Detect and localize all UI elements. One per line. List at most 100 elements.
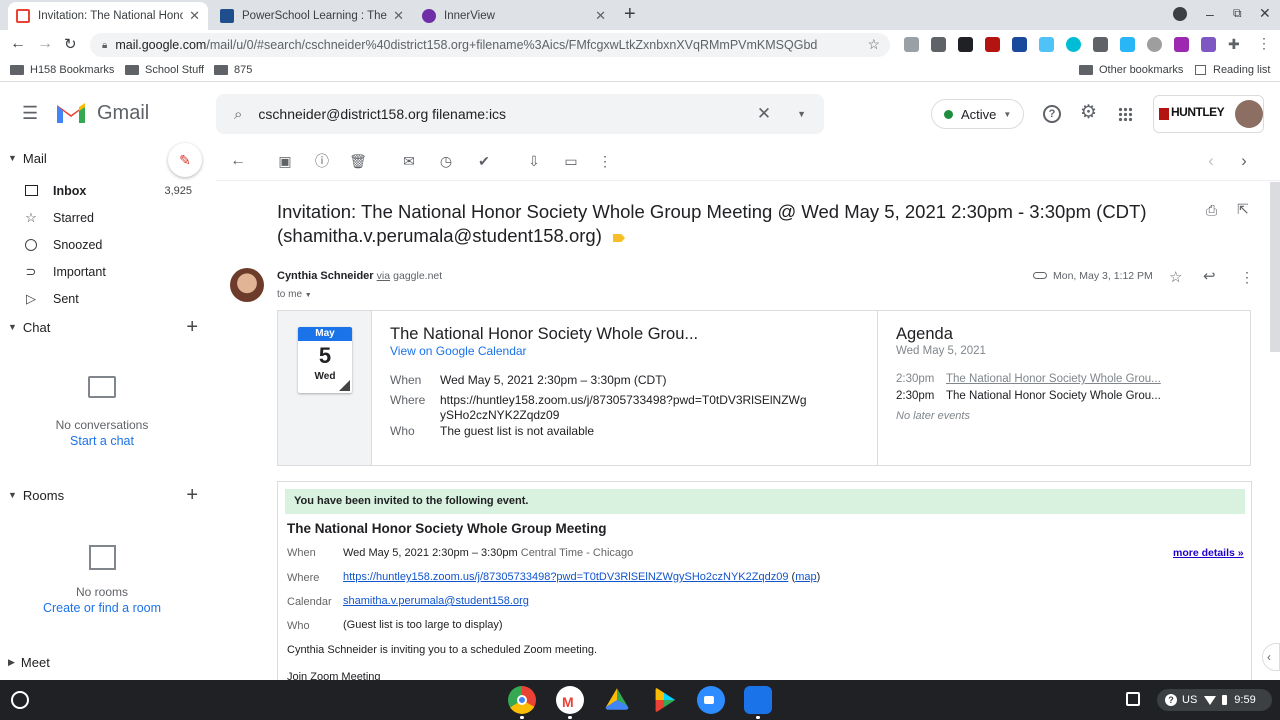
print-icon[interactable]: ⎙: [1206, 202, 1217, 219]
tab-search-icon[interactable]: [1173, 7, 1187, 21]
snooze-icon[interactable]: ◷: [437, 152, 455, 170]
help-icon[interactable]: ?: [1043, 105, 1061, 123]
more-details-link[interactable]: more details »: [1173, 547, 1244, 559]
label-icon[interactable]: ▭: [562, 152, 580, 170]
sidebar-item-important[interactable]: ⊃ Important: [0, 258, 204, 285]
start-chat-link[interactable]: Start a chat: [0, 434, 204, 448]
map-link[interactable]: map: [795, 571, 816, 583]
status-button[interactable]: Active ▼: [931, 99, 1024, 129]
older-chevron-right-icon[interactable]: ›: [1235, 151, 1253, 170]
maximize-icon[interactable]: ⧉: [1233, 6, 1242, 21]
extension-icon[interactable]: [1120, 37, 1135, 52]
back-icon[interactable]: ←: [10, 35, 26, 53]
tab-powerschool[interactable]: PowerSchool Learning : The Nat ✕: [212, 2, 412, 30]
gmail-app-icon[interactable]: M: [556, 686, 584, 714]
sender-name[interactable]: Cynthia Schneider: [277, 270, 374, 282]
minimize-icon[interactable]: –: [1206, 6, 1214, 22]
recipients-toggle[interactable]: to me ▼: [277, 289, 312, 300]
clear-search-icon[interactable]: ✕: [757, 104, 771, 124]
other-bookmarks[interactable]: Other bookmarks: [1079, 64, 1183, 76]
scrollbar-thumb[interactable]: [1270, 182, 1280, 352]
account-area[interactable]: HUNTLEY: [1153, 95, 1264, 133]
new-room-plus-icon[interactable]: +: [186, 484, 198, 507]
new-tab-button[interactable]: +: [624, 3, 636, 26]
tab-gmail[interactable]: Invitation: The National Honor S ✕: [8, 2, 208, 30]
files-app-icon[interactable]: [744, 686, 772, 714]
reload-icon[interactable]: ↻: [64, 35, 77, 53]
close-tab-icon[interactable]: ✕: [595, 8, 606, 24]
extensions-puzzle-icon[interactable]: ✚: [1228, 36, 1240, 53]
reading-list[interactable]: Reading list: [1195, 64, 1270, 76]
mark-unread-icon[interactable]: ✉: [400, 152, 418, 170]
play-store-app-icon[interactable]: [655, 687, 676, 713]
search-options-icon[interactable]: ▼: [797, 109, 806, 119]
extension-icon[interactable]: [931, 37, 946, 52]
via-label[interactable]: via: [377, 270, 390, 282]
scrollbar[interactable]: [1270, 182, 1280, 680]
sidebar-item-snoozed[interactable]: Snoozed: [0, 231, 204, 258]
calendar-email-link[interactable]: shamitha.v.perumala@student158.org: [343, 595, 529, 607]
sidebar-item-starred[interactable]: ☆ Starred: [0, 204, 204, 231]
extension-icon[interactable]: [1093, 37, 1108, 52]
apps-grid-icon[interactable]: [1118, 107, 1133, 122]
drive-app-icon[interactable]: [604, 688, 630, 710]
extension-icon[interactable]: [1066, 37, 1081, 52]
extension-icon[interactable]: [904, 37, 919, 52]
importance-marker-icon[interactable]: [613, 234, 626, 242]
extension-icon[interactable]: [1201, 37, 1216, 52]
sidebar-item-sent[interactable]: ▷ Sent: [0, 285, 204, 312]
main-menu-icon[interactable]: ☰: [22, 103, 38, 124]
agenda-event-current[interactable]: 2:30pm The National Honor Society Whole G…: [896, 390, 1161, 402]
delete-icon[interactable]: 🗑︎: [349, 152, 367, 170]
reply-icon[interactable]: ↩: [1203, 267, 1216, 285]
view-on-google-calendar-link[interactable]: View on Google Calendar: [390, 344, 527, 358]
close-tab-icon[interactable]: ✕: [393, 8, 404, 24]
compose-button[interactable]: ✎: [168, 143, 202, 177]
forward-icon[interactable]: →: [37, 35, 53, 53]
create-room-link[interactable]: Create or find a room: [0, 601, 204, 615]
tab-innerview[interactable]: InnerView ✕: [414, 2, 614, 30]
extension-icon[interactable]: [1039, 37, 1054, 52]
extension-icon[interactable]: [1012, 37, 1027, 52]
bookmark-folder[interactable]: 875: [214, 64, 252, 76]
add-task-icon[interactable]: ✔: [475, 152, 493, 170]
star-icon[interactable]: ☆: [1169, 268, 1182, 286]
agenda-event-past[interactable]: 2:30pm The National Honor Society Whole G…: [896, 373, 1161, 385]
sender-avatar[interactable]: [230, 268, 264, 302]
bookmark-folder[interactable]: School Stuff: [125, 64, 204, 76]
more-icon[interactable]: ⋮: [1240, 269, 1254, 286]
sidebar-item-inbox[interactable]: Inbox 3,925: [0, 177, 204, 204]
search-bar[interactable]: ⌕ cschneider@district158.org filename:ic…: [216, 94, 824, 134]
report-spam-icon[interactable]: ⓘ: [313, 152, 331, 170]
extension-icon[interactable]: [958, 37, 973, 52]
more-options-icon[interactable]: ⋮: [596, 152, 614, 170]
new-chat-plus-icon[interactable]: +: [186, 316, 198, 339]
search-icon[interactable]: ⌕: [234, 106, 242, 123]
search-input[interactable]: cschneider@district158.org filename:ics: [258, 106, 756, 122]
account-avatar[interactable]: [1235, 100, 1263, 128]
archive-icon[interactable]: ▣: [276, 152, 294, 170]
rooms-section-header[interactable]: ▼ Rooms +: [0, 483, 216, 507]
newer-chevron-left-icon[interactable]: ‹: [1202, 151, 1220, 170]
gmail-logo[interactable]: Gmail: [55, 101, 149, 125]
chrome-app-icon[interactable]: [508, 686, 536, 714]
zoom-app-icon[interactable]: [697, 686, 725, 714]
back-to-list-icon[interactable]: ←: [229, 152, 247, 170]
extension-icon[interactable]: [1174, 37, 1189, 52]
chat-section-header[interactable]: ▼ Chat +: [0, 315, 216, 339]
close-tab-icon[interactable]: ✕: [189, 8, 200, 24]
address-bar[interactable]: 🔒︎ mail.google.com/mail/u/0/#search/csch…: [90, 33, 890, 57]
settings-gear-icon[interactable]: ⚙: [1080, 101, 1097, 124]
open-new-window-icon[interactable]: ⇱: [1237, 201, 1249, 218]
bookmark-star-icon[interactable]: ☆: [867, 36, 880, 53]
tote-icon[interactable]: [1126, 692, 1140, 706]
zoom-link[interactable]: https://huntley158.zoom.us/j/87305733498…: [343, 571, 788, 583]
close-window-icon[interactable]: ✕: [1259, 5, 1271, 22]
extension-icon[interactable]: [985, 37, 1000, 52]
status-tray[interactable]: ? US 9:59: [1157, 689, 1272, 711]
meet-section-header[interactable]: ▶ Meet: [0, 650, 216, 674]
chrome-menu-icon[interactable]: ⋮: [1257, 35, 1271, 52]
extension-icon[interactable]: [1147, 37, 1162, 52]
bookmark-folder[interactable]: H158 Bookmarks: [10, 64, 114, 76]
move-to-icon[interactable]: ⇩: [525, 152, 543, 170]
